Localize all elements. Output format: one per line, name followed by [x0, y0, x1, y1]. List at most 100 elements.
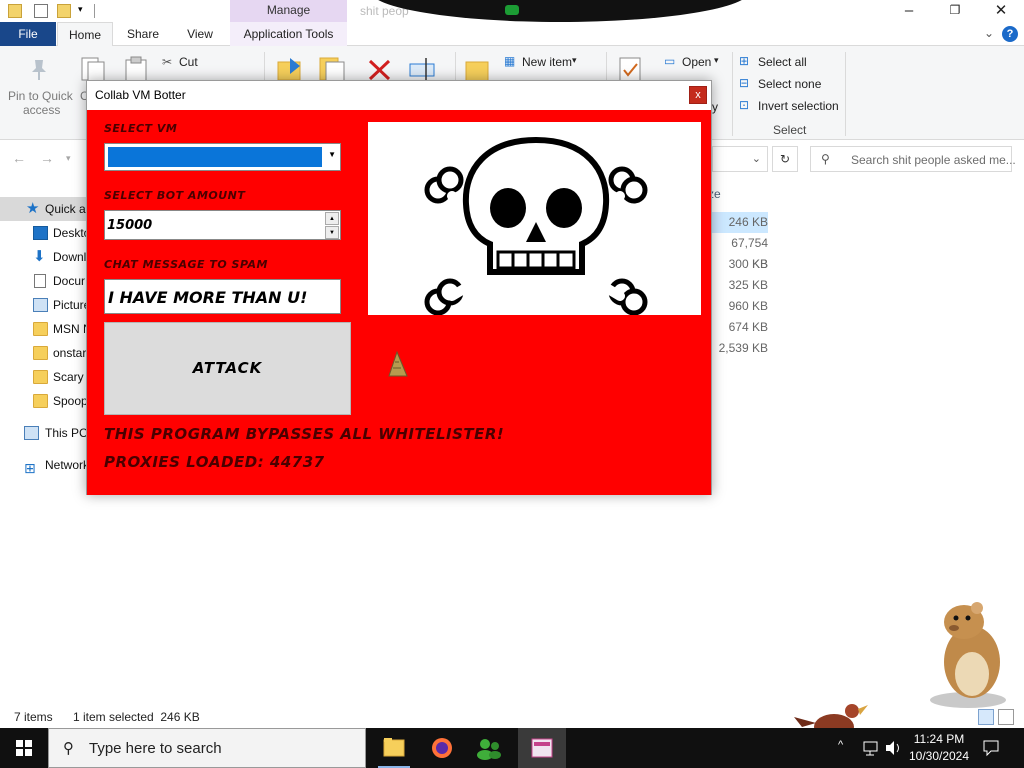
open-icon: ▭: [664, 54, 676, 68]
sidebar-item-label: Downl: [53, 250, 87, 264]
sidebar-item-label: Deskto: [53, 226, 91, 240]
open-button[interactable]: Open: [682, 55, 711, 69]
msn-icon: [477, 739, 501, 760]
forward-arrow-icon[interactable]: →: [40, 150, 54, 166]
sidebar-item-this-pc[interactable]: This PC: [0, 421, 90, 445]
search-icon: ⚲: [821, 152, 830, 166]
refresh-icon[interactable]: ↻: [772, 146, 798, 172]
taskbar-firefox[interactable]: [418, 728, 466, 768]
spin-down-icon[interactable]: ▼: [325, 226, 339, 239]
select-group-label: Select: [773, 123, 807, 137]
spin-up-icon[interactable]: ▲: [325, 212, 339, 225]
start-button[interactable]: [0, 728, 48, 768]
vm-select[interactable]: ▼: [104, 143, 341, 171]
pin-label[interactable]: Pin to Quick: [8, 89, 73, 103]
sidebar-item-downloads[interactable]: ⬇ Downl: [0, 245, 90, 269]
help-icon[interactable]: ?: [1002, 26, 1018, 42]
sidebar-item-quick-access[interactable]: ★ Quick a: [0, 197, 90, 221]
network-icon[interactable]: [862, 739, 880, 757]
chat-message-value[interactable]: I HAVE MORE THAN U!: [108, 288, 307, 307]
proxies-loaded: PROXIES LOADED: 44737: [104, 453, 325, 471]
close-button[interactable]: x: [689, 86, 707, 104]
bot-window: Collab VM Botter x SELECT VM ▼ SELECT BO…: [86, 80, 712, 495]
customize-qa-icon[interactable]: ▾: [78, 4, 83, 15]
folder-icon: [33, 394, 48, 408]
sidebar-item-label: This PC: [45, 426, 88, 440]
sidebar-item-documents[interactable]: Docur: [0, 269, 90, 293]
taskbar-bot-app[interactable]: [518, 728, 566, 768]
pictures-icon: [33, 298, 48, 312]
table-row[interactable]: 960 KB: [712, 296, 768, 317]
chat-message-label: CHAT MESSAGE TO SPAM: [104, 258, 268, 271]
new-item-button[interactable]: New item: [522, 55, 572, 69]
select-all-button[interactable]: Select all: [758, 55, 807, 69]
taskbar-search-input[interactable]: ⚲ Type here to search: [48, 728, 366, 768]
taskbar-clock[interactable]: 11:24 PM 10/30/2024: [900, 731, 978, 765]
details-view-icon[interactable]: [978, 709, 994, 725]
bot-window-titlebar[interactable]: Collab VM Botter x: [87, 81, 711, 109]
chevron-down-icon[interactable]: ▾: [714, 55, 719, 66]
sidebar-item-scary[interactable]: Scary S: [0, 365, 95, 389]
sidebar-item-desktop[interactable]: Deskto: [0, 221, 90, 245]
chevron-down-icon[interactable]: ▾: [66, 153, 71, 164]
sidebar-item-spoop[interactable]: Spoop: [0, 389, 90, 413]
folder-icon: [33, 346, 48, 360]
tab-application-tools[interactable]: Application Tools: [230, 22, 347, 46]
chevron-down-icon[interactable]: ▾: [572, 55, 577, 66]
sidebar-item-label: Spoop: [53, 394, 88, 408]
chevron-down-icon[interactable]: ⌄: [984, 26, 994, 40]
sidebar-item-pictures[interactable]: Picture: [0, 293, 90, 317]
tab-view[interactable]: View: [174, 22, 226, 46]
tab-file[interactable]: File: [0, 22, 56, 46]
new-folder-icon[interactable]: [57, 4, 71, 18]
table-row[interactable]: 300 KB: [712, 254, 768, 275]
notification-icon[interactable]: [982, 739, 1000, 757]
bot-amount-value[interactable]: 15000: [107, 218, 152, 233]
table-row[interactable]: 67,754 KB: [712, 233, 768, 271]
folder-icon[interactable]: [8, 4, 22, 18]
sidebar-item-msn[interactable]: MSN N: [0, 317, 92, 341]
minimize-button[interactable]: –: [886, 0, 932, 22]
cut-button[interactable]: Cut: [179, 55, 198, 69]
large-icons-view-icon[interactable]: [998, 709, 1014, 725]
show-hidden-icons[interactable]: ^: [838, 739, 843, 751]
delete-icon[interactable]: [367, 58, 393, 82]
pin-label-2[interactable]: access: [23, 103, 60, 117]
windows-logo-icon: [16, 740, 32, 756]
chevron-down-icon[interactable]: ⌄: [752, 152, 761, 165]
bot-amount-stepper[interactable]: 15000 ▲ ▼: [104, 210, 341, 240]
taskbar-file-explorer[interactable]: [370, 728, 418, 768]
address-bar[interactable]: ⌄: [712, 146, 768, 172]
close-button[interactable]: ✕: [978, 0, 1024, 22]
properties-icon[interactable]: [34, 4, 48, 18]
cursor-icon: [388, 350, 408, 377]
table-row[interactable]: 674 KB: [712, 317, 768, 338]
chat-message-field[interactable]: I HAVE MORE THAN U!: [104, 279, 341, 314]
sidebar-item-label: Picture: [53, 298, 91, 312]
bot-form: SELECT VM ▼ SELECT BOT AMOUNT 15000 ▲ ▼ …: [87, 110, 711, 495]
manage-context-tab[interactable]: Manage: [230, 0, 347, 22]
chevron-down-icon[interactable]: ▼: [328, 150, 336, 159]
maximize-button[interactable]: ❐: [932, 0, 978, 22]
divider: [732, 52, 733, 136]
attack-button[interactable]: ATTACK: [104, 322, 351, 415]
search-input[interactable]: ⚲ Search shit people asked me...: [810, 146, 1016, 172]
rename-icon[interactable]: [408, 56, 442, 82]
status-bar: 7 items 1 item selected 246 KB: [0, 706, 1024, 728]
select-none-button[interactable]: Select none: [758, 77, 821, 91]
taskbar-msn[interactable]: [466, 728, 514, 768]
select-none-icon: ⊟: [739, 76, 750, 90]
taskbar-search-placeholder: Type here to search: [89, 740, 222, 757]
table-row[interactable]: 325 KB: [712, 275, 768, 296]
tab-home[interactable]: Home: [57, 22, 113, 46]
invert-selection-button[interactable]: Invert selection: [758, 99, 839, 113]
back-arrow-icon[interactable]: ←: [12, 150, 26, 166]
history-button[interactable]: y: [712, 100, 718, 114]
tab-share[interactable]: Share: [117, 22, 169, 46]
overlay-blob: [370, 0, 750, 22]
table-row[interactable]: 2,539 KB: [712, 338, 768, 359]
table-row[interactable]: 246 KB: [712, 212, 768, 233]
folder-icon: [383, 738, 405, 757]
sidebar-item-network[interactable]: ⊞ Network: [0, 453, 90, 477]
sidebar-item-onstar[interactable]: onstar: [0, 341, 90, 365]
